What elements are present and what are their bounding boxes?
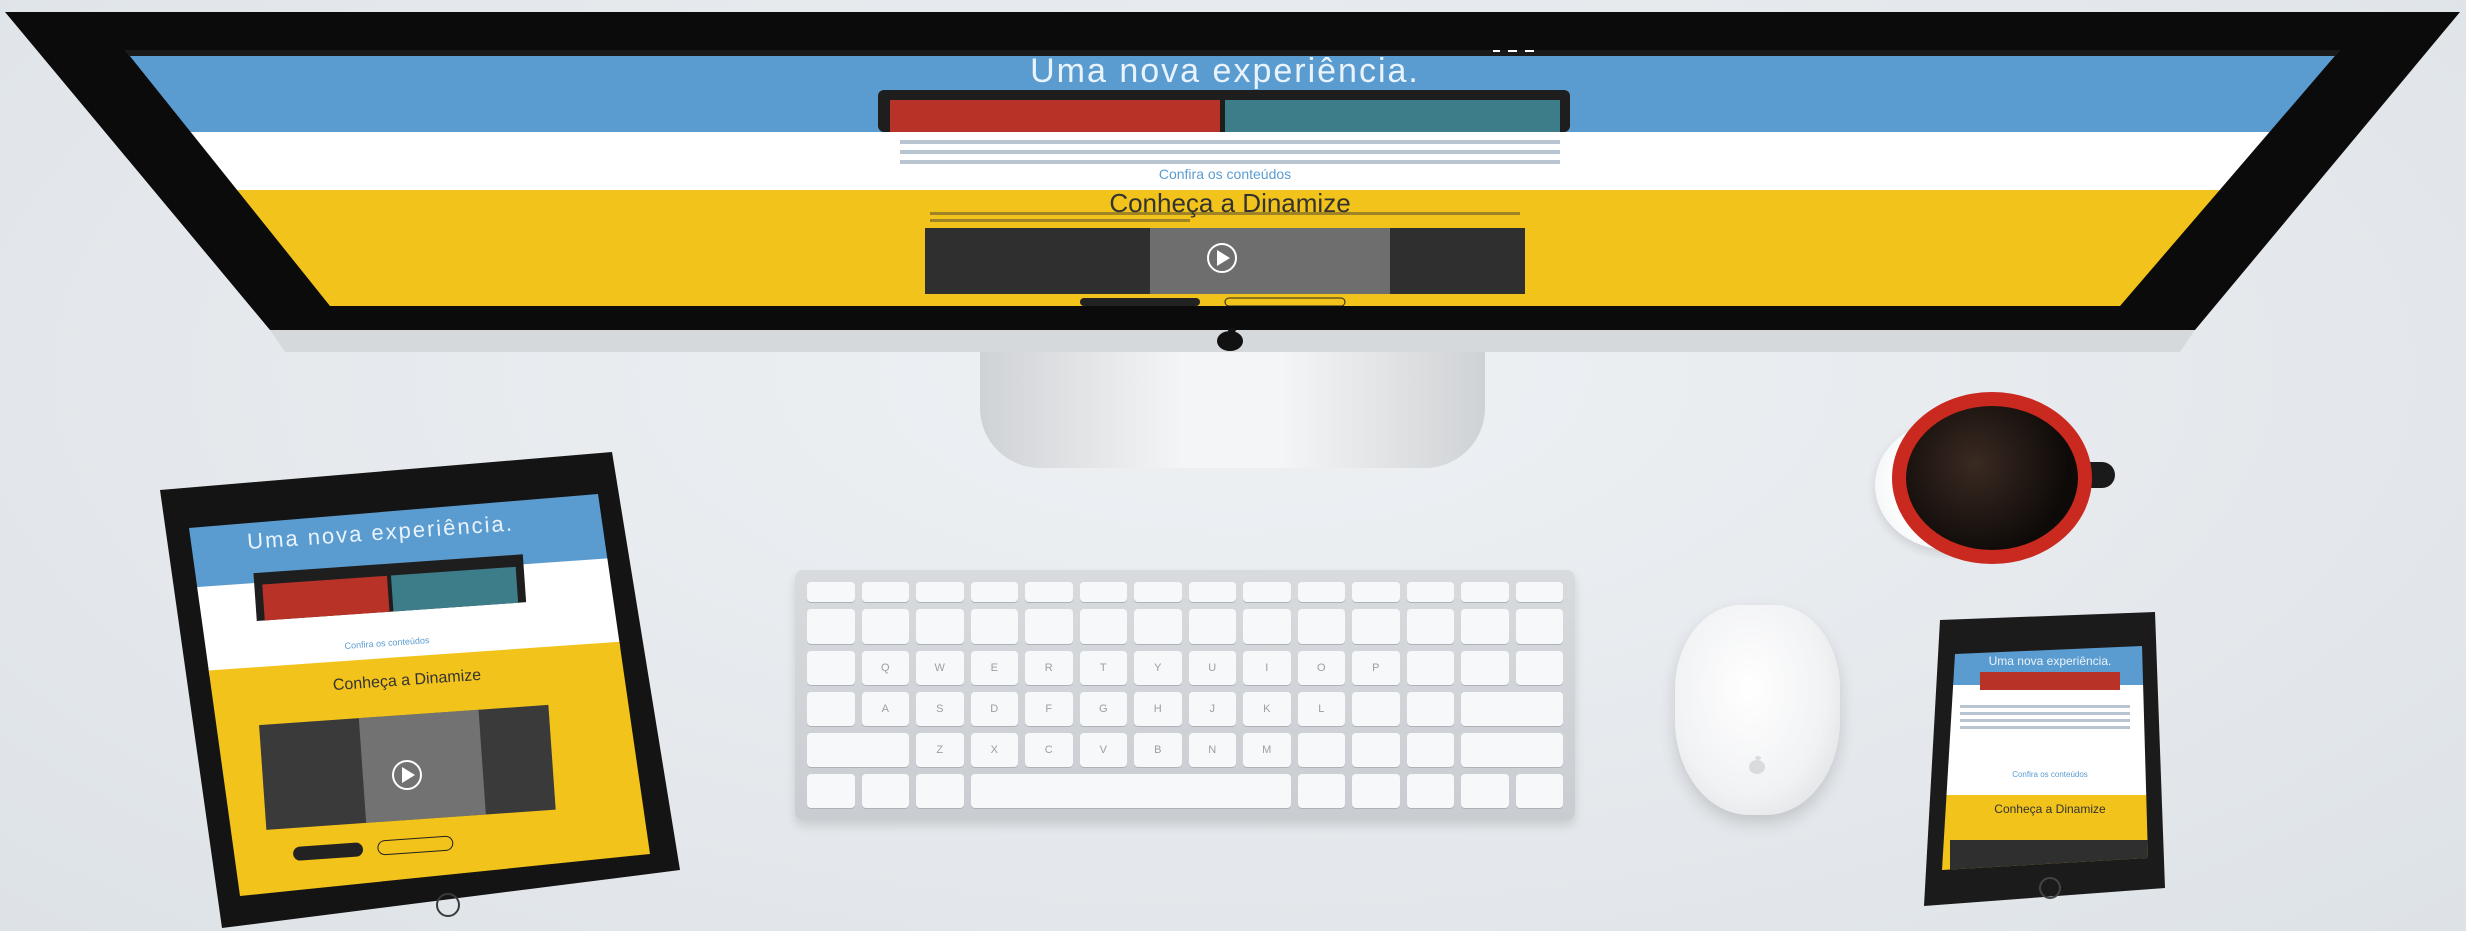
keyboard-keys: QWERTYUIOP ASDFGHJKL ZXCVBNM	[807, 582, 1563, 808]
keyboard: QWERTYUIOP ASDFGHJKL ZXCVBNM	[795, 570, 1575, 820]
iphone-section-title: Conheça a Dinamize	[1994, 802, 2106, 816]
coffee-cup	[1870, 380, 2200, 564]
ipad: Uma nova experiência. Confira os conteúd…	[152, 450, 682, 930]
iphone-hero-title: Uma nova experiência.	[1988, 654, 2112, 668]
cup	[1892, 392, 2092, 564]
facebook-icon	[1493, 50, 1500, 52]
apple-logo-icon	[1749, 756, 1765, 774]
twitter-icon	[1508, 50, 1517, 52]
imac-stand	[980, 350, 1485, 468]
imac-screen	[125, 50, 2340, 306]
imac-hero-title: Uma nova experiência.	[1030, 52, 1420, 90]
apple-logo-icon	[1217, 327, 1243, 351]
imac-section-title: Conheça a Dinamize	[1109, 188, 1351, 218]
iphone: Uma nova experiência. Confira os conteúd…	[1910, 610, 2170, 910]
youtube-icon	[1525, 50, 1534, 52]
iphone-hero-link[interactable]: Confira os conteúdos	[1995, 770, 2105, 779]
coffee	[1906, 406, 2078, 550]
magic-mouse	[1675, 605, 1840, 815]
imac-hero-link[interactable]: Confira os conteúdos	[1090, 166, 1360, 182]
